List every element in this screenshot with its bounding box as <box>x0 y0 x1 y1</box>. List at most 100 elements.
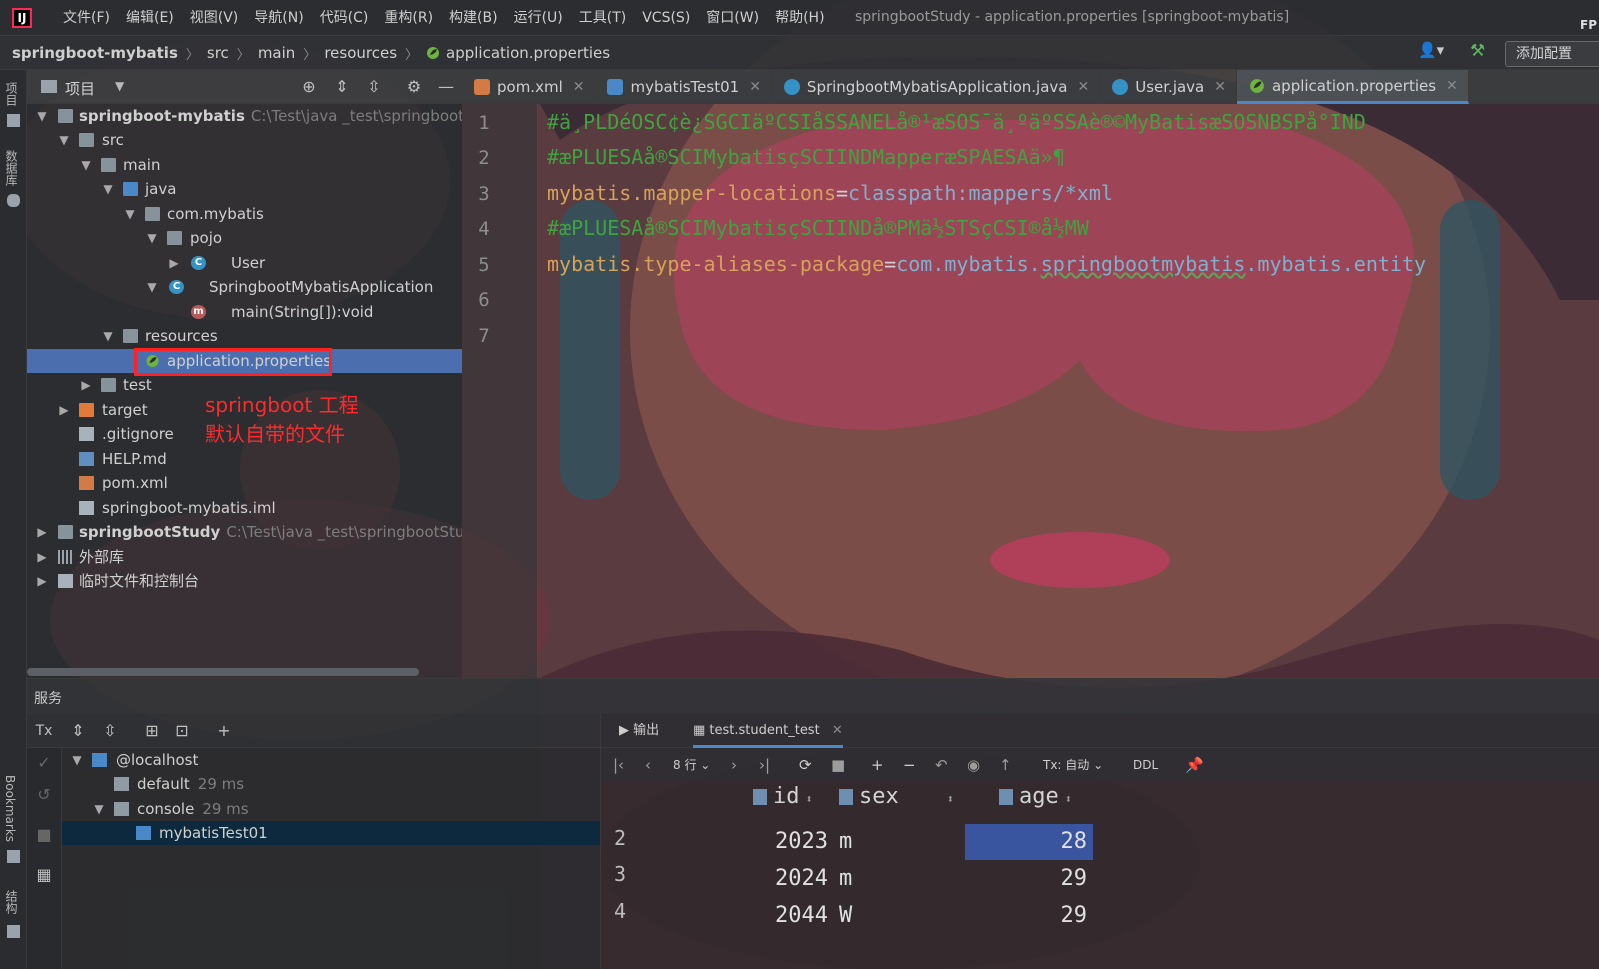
chevron-right-icon[interactable]: ▶ <box>35 569 49 593</box>
expand-all-icon[interactable]: ⇕ <box>331 76 353 98</box>
menu-vcs[interactable]: VCS(S) <box>634 0 698 36</box>
breadcrumb-main[interactable]: main <box>258 44 295 62</box>
chevron-down-icon[interactable]: ▼ <box>145 226 159 250</box>
project-tool-tab[interactable]: 项目 <box>3 82 20 106</box>
code-editor[interactable]: #ä¸PLDéOSC¢è¿SGCIäºCSIåSSANELå®¹æSOS¯ä¸º… <box>547 104 1599 678</box>
tree-item-help-md[interactable]: HELP.md <box>27 447 462 471</box>
cell-sex[interactable]: m <box>839 861 852 897</box>
next-page-icon[interactable]: › <box>731 754 737 776</box>
chevron-down-icon[interactable]: ▼ <box>92 797 106 821</box>
service-mybatis-test[interactable]: mybatisTest01 <box>62 821 600 845</box>
menu-code[interactable]: 代码(C) <box>312 0 377 36</box>
cell-age-selected[interactable]: 28 <box>965 824 1093 860</box>
close-icon[interactable]: ✕ <box>1078 70 1090 104</box>
delete-row-icon[interactable]: − <box>903 754 916 776</box>
filter-icon[interactable]: ⊡ <box>171 720 193 742</box>
collapse-all-icon[interactable]: ⇳ <box>363 76 385 98</box>
breadcrumb-project[interactable]: springboot-mybatis <box>12 44 178 62</box>
menu-file[interactable]: 文件(F) <box>55 0 118 36</box>
add-service-icon[interactable]: + <box>213 720 235 742</box>
tree-item-resources[interactable]: ▼ resources <box>27 324 462 348</box>
close-icon[interactable]: ✕ <box>573 70 585 104</box>
tree-item-com-mybatis[interactable]: ▼ com.mybatis <box>27 202 462 226</box>
menu-navigate[interactable]: 导航(N) <box>246 0 311 36</box>
transaction-mode-button[interactable]: Tx <box>33 720 55 742</box>
collapse-all-icon[interactable]: ⇳ <box>99 720 121 742</box>
cell-age[interactable]: 29 <box>965 861 1093 897</box>
preview-icon[interactable]: ◉ <box>967 754 980 776</box>
structure-tool-tab[interactable]: 结构 <box>3 890 20 914</box>
refresh-icon[interactable]: ⟳ <box>799 754 812 776</box>
chevron-down-icon[interactable]: ▼ <box>101 177 115 201</box>
menu-run[interactable]: 运行(U) <box>506 0 571 36</box>
column-header-age[interactable]: age ⬍ <box>999 782 1072 822</box>
close-icon[interactable]: ✕ <box>1214 70 1226 104</box>
bookmarks-tool-tab[interactable]: Bookmarks <box>3 775 17 842</box>
menu-window[interactable]: 窗口(W) <box>698 0 767 36</box>
revert-icon[interactable]: ↶ <box>935 754 948 776</box>
tab-mybatis-test[interactable]: mybatisTest01 ✕ <box>595 70 772 104</box>
tab-pom-xml[interactable]: pom.xml ✕ <box>462 70 596 104</box>
tree-item-external-libraries[interactable]: ▶ 外部库 <box>27 545 462 569</box>
last-page-icon[interactable]: ›| <box>759 754 770 776</box>
menu-help[interactable]: 帮助(H) <box>767 0 832 36</box>
chevron-right-icon[interactable]: ▶ <box>79 373 93 397</box>
chevron-right-icon[interactable]: ▶ <box>35 520 49 544</box>
chevron-right-icon[interactable]: ▶ <box>35 545 49 569</box>
project-panel-title[interactable]: 项目 <box>65 78 95 99</box>
close-icon[interactable]: ✕ <box>832 723 843 738</box>
tab-application-properties[interactable]: application.properties ✕ <box>1236 69 1469 104</box>
pin-icon[interactable]: 📌 <box>1185 754 1204 776</box>
layout-icon[interactable]: ▦ <box>33 864 55 886</box>
chevron-down-icon[interactable]: ▼ <box>35 104 49 128</box>
previous-page-icon[interactable]: ‹ <box>645 754 651 776</box>
cell-id[interactable]: 2044 <box>775 898 828 934</box>
breadcrumb-src[interactable]: src <box>207 44 229 62</box>
chevron-down-icon[interactable]: ▼ <box>145 275 159 299</box>
add-row-icon[interactable]: + <box>871 754 884 776</box>
tree-item-java[interactable]: ▼ java <box>27 177 462 201</box>
menu-edit[interactable]: 编辑(E) <box>118 0 182 36</box>
user-account-icon[interactable]: 👤▾ <box>1418 41 1444 65</box>
ddl-button[interactable]: DDL <box>1133 754 1158 776</box>
locate-target-icon[interactable]: ⊕ <box>298 76 320 98</box>
rollback-icon[interactable]: ↺ <box>33 784 55 806</box>
menu-refactor[interactable]: 重构(R) <box>376 0 441 36</box>
tab-application-java[interactable]: SpringbootMybatisApplication.java ✕ <box>772 70 1101 104</box>
cell-id[interactable]: 2024 <box>775 861 828 897</box>
tree-item-springboot-study[interactable]: ▶ springbootStudy C:\Test\java _test\spri… <box>27 520 462 544</box>
close-icon[interactable]: ✕ <box>749 70 761 104</box>
chevron-right-icon[interactable]: ▶ <box>167 251 181 275</box>
group-by-icon[interactable]: ⊞ <box>141 720 163 742</box>
tree-item-iml[interactable]: springboot-mybatis.iml <box>27 496 462 520</box>
service-console[interactable]: ▼ console 29 ms <box>62 797 600 821</box>
cell-age[interactable]: 29 <box>965 898 1093 934</box>
database-tool-tab[interactable]: 数据库 <box>3 150 20 186</box>
tree-item-main-method[interactable]: m main(String[]):void <box>27 300 462 324</box>
check-icon[interactable]: ✓ <box>33 752 55 774</box>
gear-icon[interactable]: ⚙ <box>403 76 425 98</box>
chevron-down-icon[interactable]: ▼ <box>123 202 137 226</box>
breadcrumb-resources[interactable]: resources <box>324 44 397 62</box>
sort-icon[interactable]: ⬍ <box>947 792 954 806</box>
menu-tools[interactable]: 工具(T) <box>571 0 634 36</box>
tree-item-springboot-mybatis-application[interactable]: ▼ C SpringbootMybatisApplication <box>27 275 462 299</box>
chevron-down-icon[interactable]: ▼ <box>79 153 93 177</box>
tree-item-main[interactable]: ▼ main <box>27 153 462 177</box>
stop-icon[interactable]: ■ <box>831 754 845 776</box>
tab-output[interactable]: ▶ 输出 <box>619 714 659 748</box>
tab-table-result[interactable]: ▦ test.student_test ✕ <box>693 714 843 748</box>
tree-item-scratches[interactable]: ▶ 临时文件和控制台 <box>27 569 462 593</box>
menu-view[interactable]: 视图(V) <box>182 0 247 36</box>
sort-icon[interactable]: ⬍ <box>1065 792 1072 806</box>
close-icon[interactable]: ✕ <box>1446 69 1458 103</box>
tree-item-springboot-mybatis[interactable]: ▼ springboot-mybatis C:\Test\java _test\s… <box>27 104 462 128</box>
stop-icon[interactable]: ■ <box>33 824 55 846</box>
service-default[interactable]: default 29 ms <box>62 772 600 796</box>
submit-icon[interactable]: ↑ <box>999 754 1012 776</box>
chevron-down-icon[interactable]: ▼ <box>101 324 115 348</box>
cell-sex[interactable]: W <box>839 898 852 934</box>
tree-item-pojo[interactable]: ▼ pojo <box>27 226 462 250</box>
row-count-selector[interactable]: 8 行 ⌄ <box>673 754 710 776</box>
minimize-icon[interactable]: — <box>435 76 457 98</box>
